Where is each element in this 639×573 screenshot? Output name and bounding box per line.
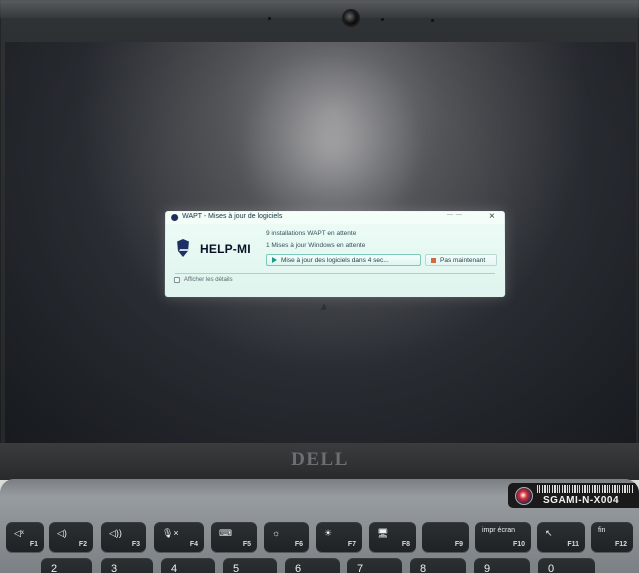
key-f3-label: F3 (131, 541, 140, 548)
number-key-row: 2 3 4 5 6 7 8 9 0 (0, 558, 639, 573)
bezel-sensor-left (268, 17, 271, 20)
emblem-icon (515, 487, 533, 505)
key-9-label: 9 (484, 563, 491, 573)
update-now-button[interactable]: Mise à jour des logiciels dans 4 sec... (265, 254, 422, 267)
brand-name: HELP-MI (199, 242, 251, 256)
laptop-photo: WAPT - Mises à jour de logiciels × HELP-… (0, 0, 639, 573)
key-f8-top: 🖥 (377, 528, 389, 538)
wapt-update-dialog: WAPT - Mises à jour de logiciels × HELP-… (164, 211, 506, 298)
key-8[interactable]: 8 (410, 558, 466, 573)
key-9[interactable]: 9 (474, 558, 530, 573)
not-now-button[interactable]: Pas maintenant (425, 254, 498, 267)
key-0-label: 0 (548, 563, 555, 573)
wapt-pending-message: 9 installations WAPT en attente (266, 230, 357, 238)
key-f12-top: fin (598, 527, 606, 534)
key-f5-label: F5 (242, 541, 251, 548)
key-f10-label: F10 (512, 541, 525, 548)
details-toggle-icon[interactable] (173, 277, 180, 284)
dialog-title: WAPT - Mises à jour de logiciels (182, 213, 283, 221)
key-8-label: 8 (420, 563, 427, 573)
key-3[interactable]: 3 (101, 558, 153, 573)
key-f5-top: ⌨ (219, 528, 232, 538)
key-f11-top: ↖ (545, 528, 553, 538)
dialog-divider (174, 273, 496, 275)
dialog-titlebar: WAPT - Mises à jour de logiciels × (165, 211, 505, 225)
key-f11-label: F11 (567, 541, 579, 548)
key-f3-top: ◁)) (109, 528, 122, 538)
key-f10-top: impr écran (482, 527, 516, 534)
key-7-label: 7 (357, 563, 364, 573)
key-0[interactable]: 0 (538, 558, 595, 573)
key-4[interactable]: 4 (161, 558, 215, 573)
key-f1-top: ◁ˣ (14, 528, 24, 538)
details-label: Afficher les détails (183, 277, 233, 284)
key-5[interactable]: 5 (223, 558, 277, 573)
key-f10[interactable]: impr écran F10 (475, 522, 531, 552)
shield-icon (176, 239, 190, 257)
details-toggle[interactable]: Afficher les détails (173, 277, 233, 284)
key-f12[interactable]: fin F12 (591, 522, 633, 552)
brand-logo: HELP-MI (176, 239, 254, 261)
key-6-label: 6 (295, 563, 302, 573)
update-now-label: Mise à jour des logiciels dans 4 sec... (280, 256, 389, 264)
key-f11[interactable]: ↖ F11 (537, 522, 585, 552)
key-f6-top: ☼ (272, 528, 281, 538)
key-f7[interactable]: ☀ F7 (316, 522, 362, 552)
key-f6-label: F6 (294, 541, 303, 548)
key-f1[interactable]: ◁ˣ F1 (6, 522, 44, 552)
barcode-icon (537, 485, 633, 493)
key-4-label: 4 (171, 563, 178, 573)
dell-logo: DELL (291, 449, 349, 470)
key-3-label: 3 (111, 563, 118, 573)
stop-icon (431, 257, 437, 263)
bezel-top-strip (0, 0, 639, 18)
key-f2-top: ◁) (57, 528, 67, 538)
key-f4-label: F4 (189, 541, 198, 548)
key-f2[interactable]: ◁) F2 (49, 522, 93, 552)
laptop-screen: WAPT - Mises à jour de logiciels × HELP-… (5, 42, 636, 444)
key-f8-label: F8 (401, 541, 410, 548)
key-2[interactable]: 2 (41, 558, 92, 573)
asset-tag-badge: SGAMI-N-X004 (508, 483, 639, 508)
key-f4[interactable]: 🎙× F4 (154, 522, 204, 552)
play-icon (271, 256, 277, 264)
wapt-app-icon (171, 214, 179, 222)
key-f5[interactable]: ⌨ F5 (211, 522, 257, 552)
bezel-sensor-far-right (431, 19, 434, 22)
key-f7-label: F7 (347, 541, 356, 548)
key-6[interactable]: 6 (285, 558, 340, 573)
key-f7-top: ☀ (324, 528, 333, 538)
keyboard-deck: SGAMI-N-X004 ◁ˣ F1 ◁) F2 ◁)) F3 🎙× F4 ⌨ … (0, 479, 639, 573)
laptop-bezel: WAPT - Mises à jour de logiciels × HELP-… (0, 0, 639, 480)
close-icon[interactable]: × (489, 211, 495, 222)
key-5-label: 5 (233, 563, 240, 573)
key-f3[interactable]: ◁)) F3 (101, 522, 146, 552)
key-f12-label: F12 (614, 541, 627, 548)
bezel-sensor-right (381, 18, 384, 21)
key-f9-label: F9 (454, 541, 463, 548)
key-f8[interactable]: 🖥 F8 (369, 522, 416, 552)
key-2-label: 2 (51, 563, 58, 573)
key-7[interactable]: 7 (347, 558, 402, 573)
key-f6[interactable]: ☼ F6 (264, 522, 309, 552)
key-f4-top: 🎙× (162, 528, 179, 538)
function-key-row: ◁ˣ F1 ◁) F2 ◁)) F3 🎙× F4 ⌨ F5 ☼ F6 ☀ F7 … (0, 522, 639, 556)
key-f9[interactable]: F9 (422, 522, 469, 552)
key-f1-label: F1 (29, 541, 38, 548)
asset-tag-text: SGAMI-N-X004 (543, 495, 620, 506)
webcam-icon (344, 11, 358, 25)
windows-pending-message: 1 Mises à jour Windows en attente (266, 242, 366, 250)
not-now-label: Pas maintenant (440, 256, 486, 264)
key-f2-label: F2 (78, 541, 87, 548)
window-controls (446, 214, 469, 220)
